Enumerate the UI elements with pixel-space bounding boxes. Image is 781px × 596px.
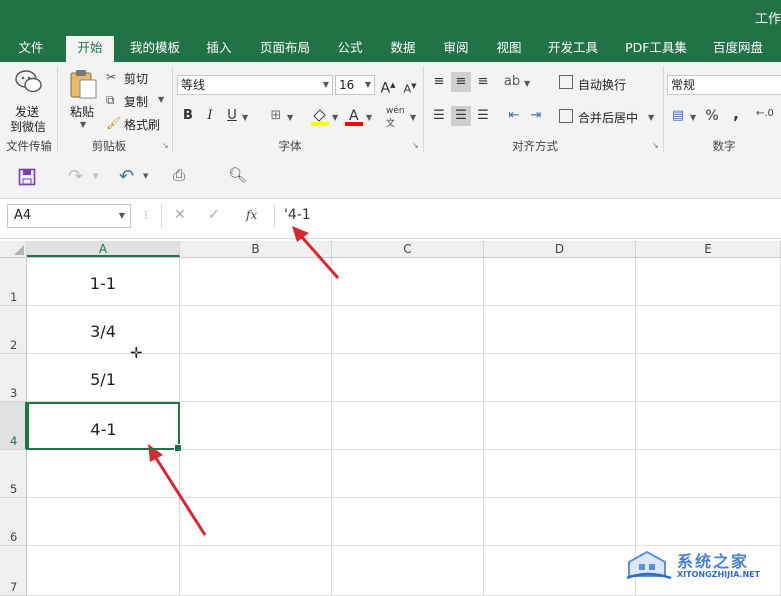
cell-a4[interactable]: 4-1	[27, 402, 182, 452]
arrow-to-formula	[292, 226, 340, 279]
watermark-text: 系统之家	[677, 552, 750, 571]
cell-value: 4-1	[90, 420, 117, 439]
fill-handle[interactable]	[174, 444, 182, 452]
watermark-logo: 系统之家 XITONGZHIJIA.NET	[625, 546, 775, 586]
watermark-url: XITONGZHIJIA.NET	[677, 570, 761, 579]
house-logo-icon	[626, 550, 672, 580]
annotation-arrows	[148, 226, 340, 536]
arrow-to-cell	[148, 444, 207, 536]
